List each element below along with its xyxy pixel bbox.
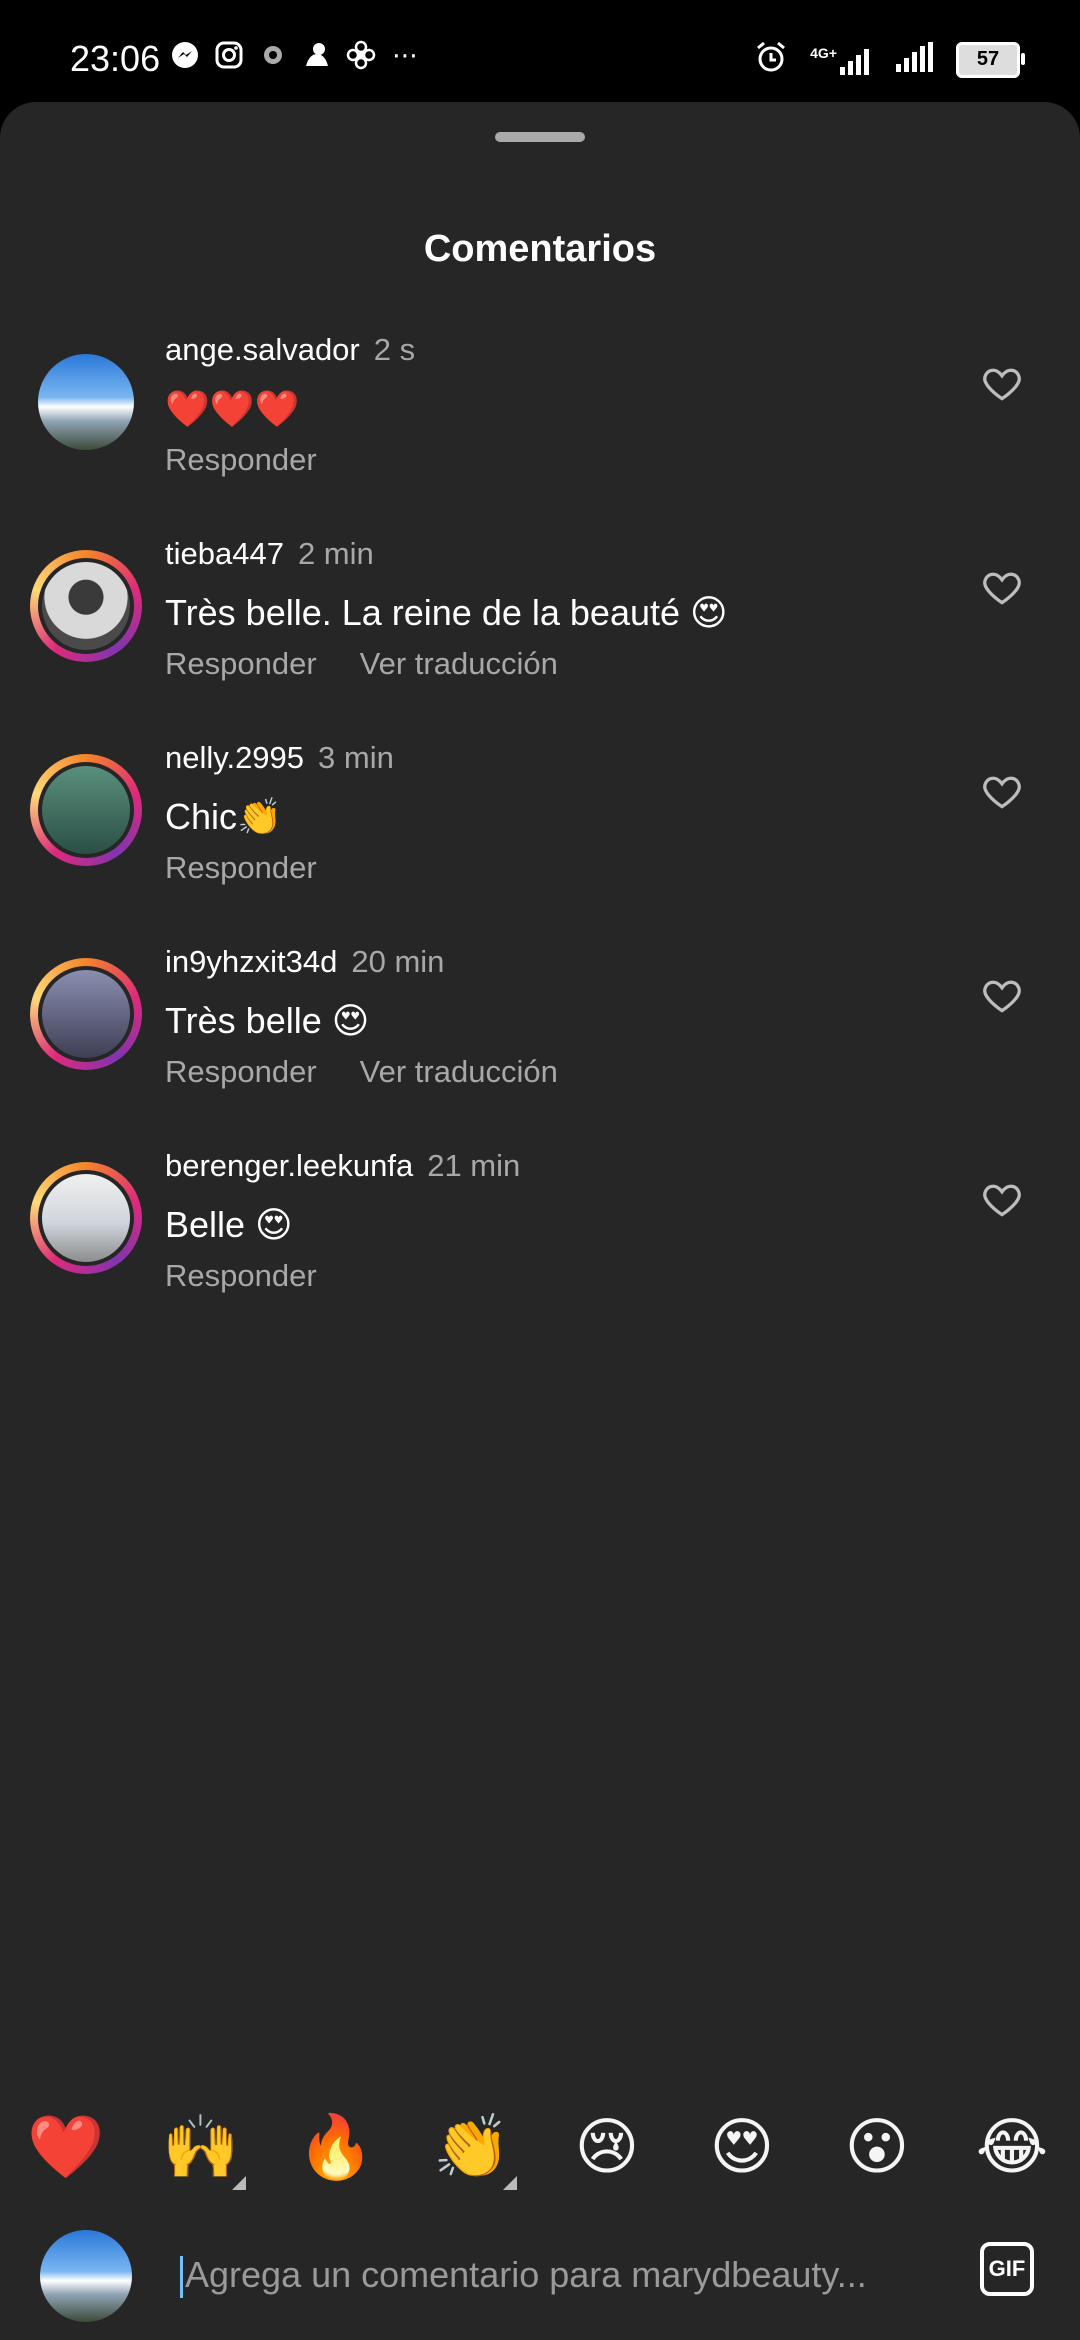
avatar-image [38, 1170, 134, 1266]
comment-actions: Responder [165, 442, 317, 478]
signal-4g-icon: 4G+ [810, 45, 874, 75]
app-icon [302, 40, 332, 70]
comment-input-placeholder: Agrega un comentario para marydbeauty... [185, 2254, 867, 2295]
comment-item: nelly.2995 3 min Chic👏 Responder [0, 740, 1080, 920]
avatar[interactable] [30, 346, 142, 458]
comment-username[interactable]: in9yhzxit34d [165, 944, 337, 979]
translate-button[interactable]: Ver traducción [360, 646, 558, 682]
gif-button[interactable]: GIF [980, 2242, 1034, 2296]
signal-icon [896, 42, 934, 77]
comment-actions: Responder Ver traducción [165, 1054, 558, 1090]
comment-actions: Responder Ver traducción [165, 646, 558, 682]
comment-text: Chic👏 [165, 796, 282, 837]
avatar[interactable] [30, 1162, 142, 1274]
status-bar: 23:06 ⋯ 4G+ 57 [0, 0, 1080, 100]
battery-icon: 57 [956, 41, 1025, 78]
emoji-variant-indicator [503, 2176, 517, 2190]
comment-time: 21 min [427, 1148, 521, 1183]
like-heart-icon[interactable] [980, 362, 1024, 406]
emoji-heart[interactable]: ❤️ [26, 2108, 106, 2188]
comment-time: 20 min [351, 944, 445, 979]
avatar[interactable] [30, 550, 142, 662]
comment-input[interactable]: Agrega un comentario para marydbeauty... [180, 2254, 867, 2299]
text-cursor [180, 2256, 183, 2299]
reply-button[interactable]: Responder [165, 442, 317, 478]
comment-header: in9yhzxit34d 20 min [165, 944, 444, 980]
comment-text: Très belle. La reine de la beauté 😍 [165, 592, 728, 633]
like-heart-icon[interactable] [980, 566, 1024, 610]
comment-username[interactable]: berenger.leekunfa [165, 1148, 413, 1183]
notification-icons: ⋯ [170, 40, 420, 70]
comment-item: berenger.leekunfa 21 min Belle 😍 Responde… [0, 1148, 1080, 1328]
comment-text: ❤️❤️❤️ [165, 388, 300, 429]
avatar[interactable] [30, 754, 142, 866]
more-icon: ⋯ [392, 39, 418, 70]
system-icons: 4G+ 57 [754, 40, 1025, 79]
emoji-clap[interactable]: 👏 [432, 2108, 512, 2188]
comment-text: Belle 😍 [165, 1204, 293, 1245]
comment-header: nelly.2995 3 min [165, 740, 394, 776]
pinwheel-icon [346, 40, 376, 70]
comment-text: Très belle 😍 [165, 1000, 370, 1041]
messenger-icon [170, 40, 200, 70]
emoji-surprised[interactable]: 😮 [837, 2108, 917, 2188]
alarm-icon [754, 40, 788, 79]
instagram-icon [214, 40, 244, 70]
avatar-image [38, 558, 134, 654]
comment-username[interactable]: tieba447 [165, 536, 284, 571]
comment-header: tieba447 2 min [165, 536, 374, 572]
avatar-image [38, 762, 134, 858]
comment-time: 3 min [318, 740, 394, 775]
emoji-laughing[interactable]: 😂 [972, 2108, 1052, 2188]
reply-button[interactable]: Responder [165, 850, 317, 886]
comment-input-bar: Agrega un comentario para marydbeauty...… [0, 2220, 1080, 2340]
comment-time: 2 s [373, 332, 416, 367]
sheet-title: Comentarios [423, 228, 657, 270]
comment-time: 2 min [297, 536, 374, 571]
comment-item: ange.salvador 2 s ❤️❤️❤️ Responder [0, 332, 1080, 512]
comment-actions: Responder [165, 1258, 317, 1294]
comment-username[interactable]: ange.salvador [165, 332, 360, 367]
comment-item: in9yhzxit34d 20 min Très belle 😍 Responde… [0, 944, 1080, 1124]
emoji-heart-eyes[interactable]: 😍 [702, 2108, 782, 2188]
emoji-raised-hands[interactable]: 🙌 [161, 2108, 241, 2188]
emoji-reaction-bar: ❤️ 🙌 🔥 👏 😢 😍 😮 😂 [0, 2108, 1080, 2190]
reply-button[interactable]: Responder [165, 1054, 317, 1090]
reply-button[interactable]: Responder [165, 1258, 317, 1294]
comment-header: ange.salvador 2 s [165, 332, 415, 368]
avatar[interactable] [30, 958, 142, 1070]
status-time: 23:06 [70, 38, 161, 79]
drag-handle[interactable] [495, 132, 585, 142]
emoji-variant-indicator [232, 2176, 246, 2190]
comments-sheet: Comentarios ange.salvador 2 s ❤️❤️❤️ Resp… [0, 102, 1080, 2340]
translate-button[interactable]: Ver traducción [360, 1054, 558, 1090]
emoji-crying[interactable]: 😢 [567, 2108, 647, 2188]
network-type: 4G+ [810, 44, 837, 61]
comment-username[interactable]: nelly.2995 [165, 740, 304, 775]
comment-actions: Responder [165, 850, 317, 886]
my-avatar [40, 2230, 132, 2322]
avatar-image [38, 354, 134, 450]
like-heart-icon[interactable] [980, 1178, 1024, 1222]
like-heart-icon[interactable] [980, 974, 1024, 1018]
avatar-image [38, 966, 134, 1062]
like-heart-icon[interactable] [980, 770, 1024, 814]
comment-item: tieba447 2 min Très belle. La reine de la… [0, 536, 1080, 716]
settings-icon [258, 40, 288, 70]
comment-header: berenger.leekunfa 21 min [165, 1148, 520, 1184]
reply-button[interactable]: Responder [165, 646, 317, 682]
emoji-fire[interactable]: 🔥 [296, 2108, 376, 2188]
